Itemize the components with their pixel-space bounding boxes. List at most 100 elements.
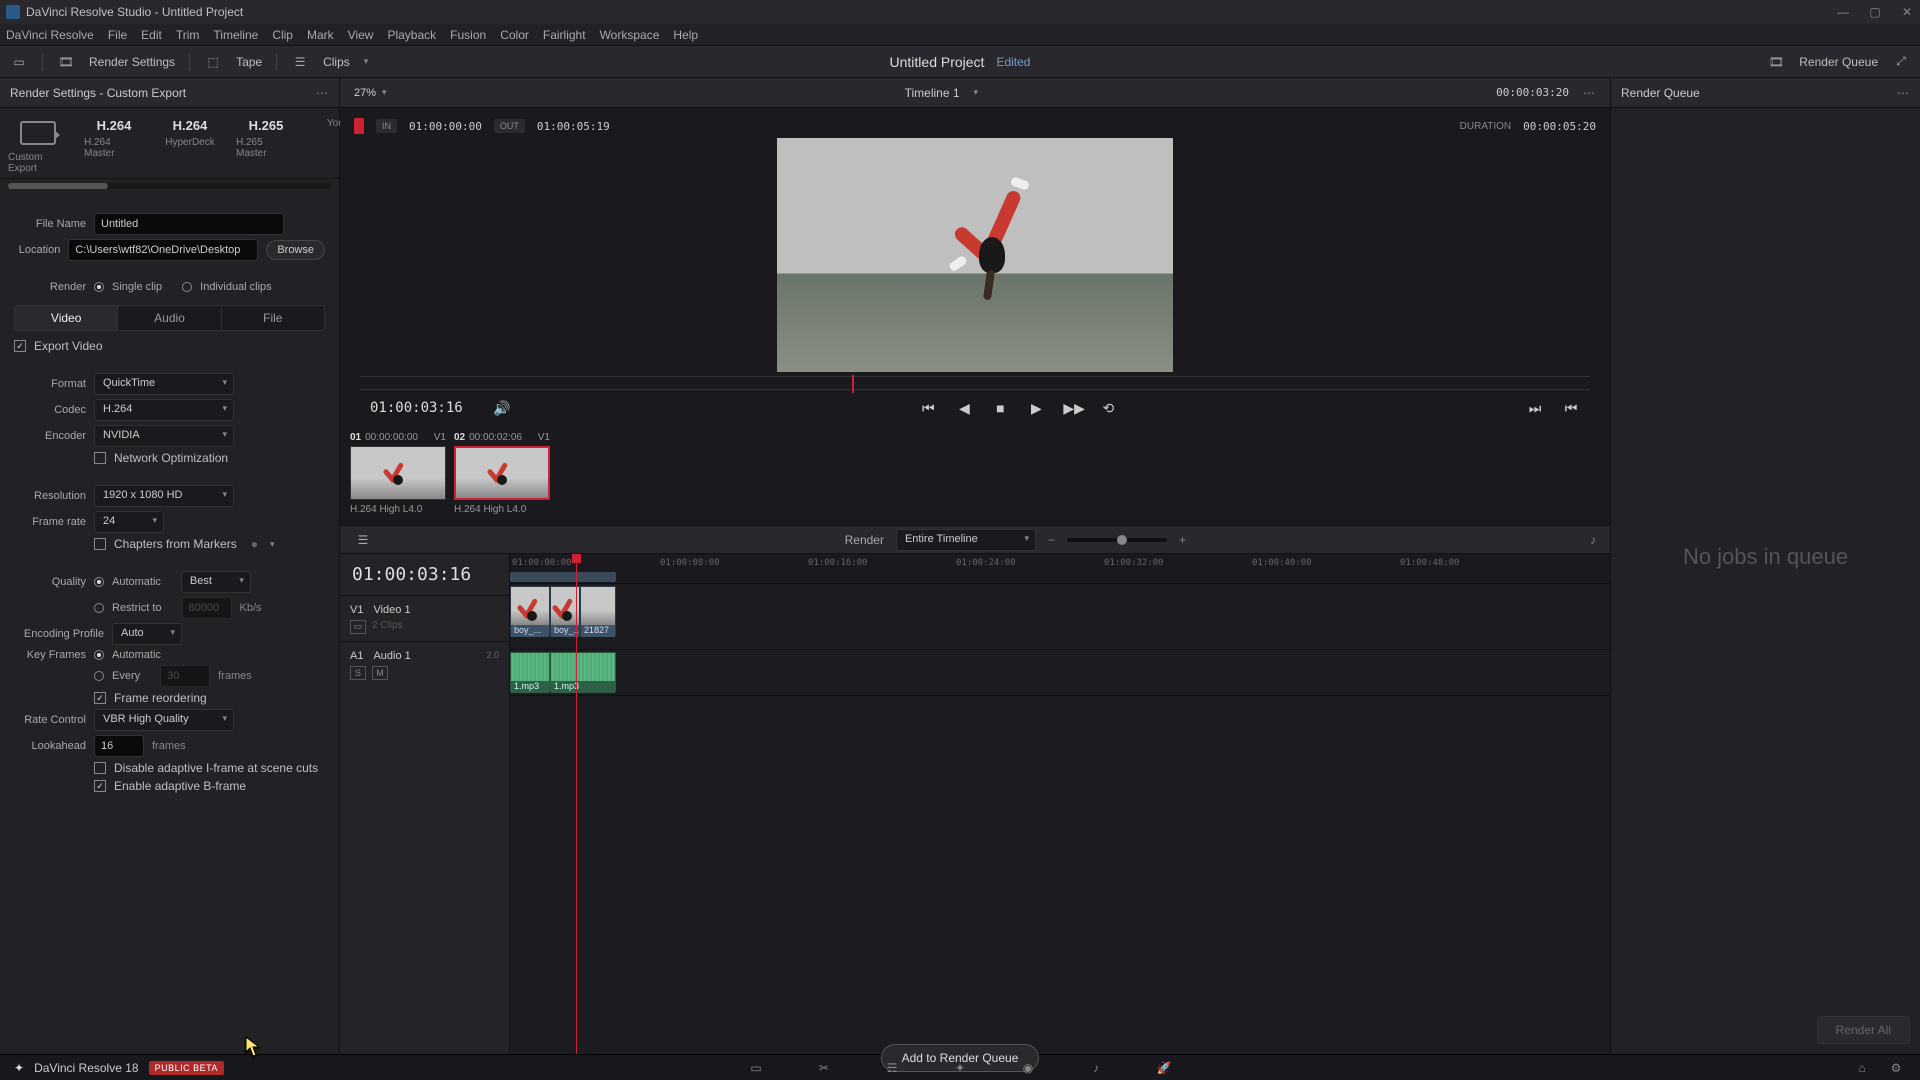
preset-h265[interactable]: H.265 H.265 Master <box>236 118 296 174</box>
zoom-out-button[interactable]: − <box>1048 533 1055 547</box>
video-clip-1[interactable]: boy_... <box>510 586 550 636</box>
cut-page-icon[interactable]: ✂ <box>814 1061 834 1075</box>
next-frame-button[interactable]: ▶▶ <box>1063 400 1081 417</box>
expand-icon[interactable]: ⤢ <box>1892 55 1910 69</box>
browse-button[interactable]: Browse <box>266 240 325 260</box>
menu-fusion[interactable]: Fusion <box>450 28 486 42</box>
viewer[interactable] <box>340 138 1610 374</box>
clips-label[interactable]: Clips <box>323 55 350 69</box>
preset-hyperdeck[interactable]: H.264 HyperDeck <box>160 118 220 174</box>
frame-reorder-check[interactable]: ✓ <box>94 692 106 704</box>
tl-ruler[interactable]: 01:00:00:00 01:00:08:00 01:00:16:00 01:0… <box>510 554 1610 584</box>
menu-timeline[interactable]: Timeline <box>213 28 258 42</box>
encprofile-select[interactable]: Auto <box>112 623 182 645</box>
tab-video[interactable]: Video <box>15 306 118 330</box>
zoom-value[interactable]: 27% <box>354 87 376 99</box>
codec-select[interactable]: H.264 <box>94 399 234 421</box>
quality-select[interactable]: Best <box>181 571 251 593</box>
restrict-input[interactable] <box>182 597 232 619</box>
preset-h264-master[interactable]: H.264 H.264 Master <box>84 118 144 174</box>
v-track-toggle[interactable]: ▭ <box>350 620 366 634</box>
audio-meter-icon[interactable]: ♪ <box>1590 533 1596 547</box>
render-settings-icon[interactable]: 🎞 <box>57 55 75 69</box>
kf-every-input[interactable] <box>160 665 210 687</box>
menu-clip[interactable]: Clip <box>272 28 293 42</box>
media-page-icon[interactable]: ▭ <box>746 1061 766 1075</box>
mute-button[interactable]: M <box>372 666 388 680</box>
prev-frame-button[interactable]: ◀ <box>955 400 973 417</box>
stop-button[interactable]: ■ <box>991 400 1009 416</box>
loop-button[interactable]: ⟲ <box>1099 400 1117 417</box>
encoder-select[interactable]: NVIDIA <box>94 425 234 447</box>
clips-icon[interactable]: ☰ <box>291 55 309 69</box>
render-all-button[interactable]: Render All <box>1817 1016 1910 1044</box>
menu-davinci[interactable]: DaVinci Resolve <box>6 28 94 42</box>
preset-custom[interactable]: Custom Export <box>8 118 68 174</box>
close-button[interactable]: ✕ <box>1900 5 1914 19</box>
fusion-page-icon[interactable]: ✦ <box>950 1061 970 1075</box>
resolution-select[interactable]: 1920 x 1080 HD <box>94 485 234 507</box>
tl-view-icon[interactable]: ☰ <box>354 533 372 547</box>
playhead[interactable] <box>576 554 577 1054</box>
tl-render-select[interactable]: Entire Timeline <box>896 529 1036 551</box>
zoom-slider[interactable] <box>1067 538 1167 542</box>
menu-edit[interactable]: Edit <box>141 28 162 42</box>
audio-clip-2[interactable]: 1.mp3 <box>550 652 616 692</box>
single-clip-radio[interactable] <box>94 282 104 292</box>
menu-fairlight[interactable]: Fairlight <box>543 28 586 42</box>
minimize-button[interactable]: — <box>1836 5 1850 19</box>
tape-label[interactable]: Tape <box>236 55 262 69</box>
menu-help[interactable]: Help <box>673 28 698 42</box>
individual-clips-radio[interactable] <box>182 282 192 292</box>
disable-iframe-check[interactable] <box>94 762 106 774</box>
format-select[interactable]: QuickTime <box>94 373 234 395</box>
video-clip-3[interactable]: 21827 ... <box>580 586 616 636</box>
queue-menu-icon[interactable]: ⋯ <box>1897 86 1910 100</box>
source-clip-1[interactable]: 0100:00:00:00V1 H.264 High L4.0 <box>350 432 446 519</box>
fairlight-page-icon[interactable]: ♪ <box>1086 1061 1106 1075</box>
menu-trim[interactable]: Trim <box>176 28 200 42</box>
menu-view[interactable]: View <box>348 28 374 42</box>
color-page-icon[interactable]: ◉ <box>1018 1061 1038 1075</box>
menu-playback[interactable]: Playback <box>387 28 436 42</box>
source-clip-2[interactable]: 0200:00:02:06V1 H.264 High L4.0 <box>454 432 550 519</box>
quality-restrict-radio[interactable] <box>94 603 104 613</box>
last-frame-button[interactable]: ⏭ <box>1526 400 1544 417</box>
menu-mark[interactable]: Mark <box>307 28 334 42</box>
filename-input[interactable] <box>94 213 284 235</box>
chapters-check[interactable] <box>94 538 106 550</box>
render-settings-label[interactable]: Render Settings <box>89 55 175 69</box>
video-track-header[interactable]: V1Video 1 ▭2 Clips <box>340 595 509 641</box>
kf-every-radio[interactable] <box>94 671 104 681</box>
quality-auto-radio[interactable] <box>94 577 104 587</box>
menu-workspace[interactable]: Workspace <box>600 28 660 42</box>
prev-clip-button[interactable]: ⏮ <box>1562 400 1580 417</box>
volume-icon[interactable]: 🔊 <box>493 400 511 417</box>
menu-color[interactable]: Color <box>500 28 529 42</box>
lookahead-input[interactable] <box>94 735 144 757</box>
queue-icon[interactable]: 🎞 <box>1767 55 1785 69</box>
viewer-menu-icon[interactable]: ⋯ <box>1583 86 1596 100</box>
viewer-scrubber[interactable] <box>360 376 1590 390</box>
audio-clip-1[interactable]: 1.mp3 <box>510 652 550 692</box>
solo-button[interactable]: S <box>350 666 366 680</box>
render-queue-toggle[interactable]: Render Queue <box>1799 55 1878 69</box>
edit-page-icon[interactable]: ☴ <box>882 1061 902 1075</box>
first-frame-button[interactable]: ⏮ <box>919 400 937 417</box>
audio-track-header[interactable]: A1Audio 12.0 SM <box>340 641 509 687</box>
maximize-button[interactable]: ▢ <box>1868 5 1882 19</box>
preset-scroll[interactable] <box>8 183 331 189</box>
tape-icon[interactable]: ⬚ <box>204 55 222 69</box>
location-input[interactable] <box>68 239 258 261</box>
tab-audio[interactable]: Audio <box>118 306 221 330</box>
monitor-icon[interactable]: ▭ <box>10 55 28 69</box>
deliver-page-icon[interactable]: 🚀 <box>1154 1061 1174 1075</box>
play-button[interactable]: ▶ <box>1027 400 1045 417</box>
tl-in-out-range[interactable] <box>510 572 616 582</box>
zoom-in-button[interactable]: + <box>1179 533 1186 547</box>
timeline-name[interactable]: Timeline 1 <box>905 86 960 100</box>
panel-menu-icon[interactable]: ⋯ <box>316 86 329 100</box>
tab-file[interactable]: File <box>222 306 324 330</box>
framerate-select[interactable]: 24 <box>94 511 164 533</box>
export-video-check[interactable]: ✓ <box>14 340 26 352</box>
